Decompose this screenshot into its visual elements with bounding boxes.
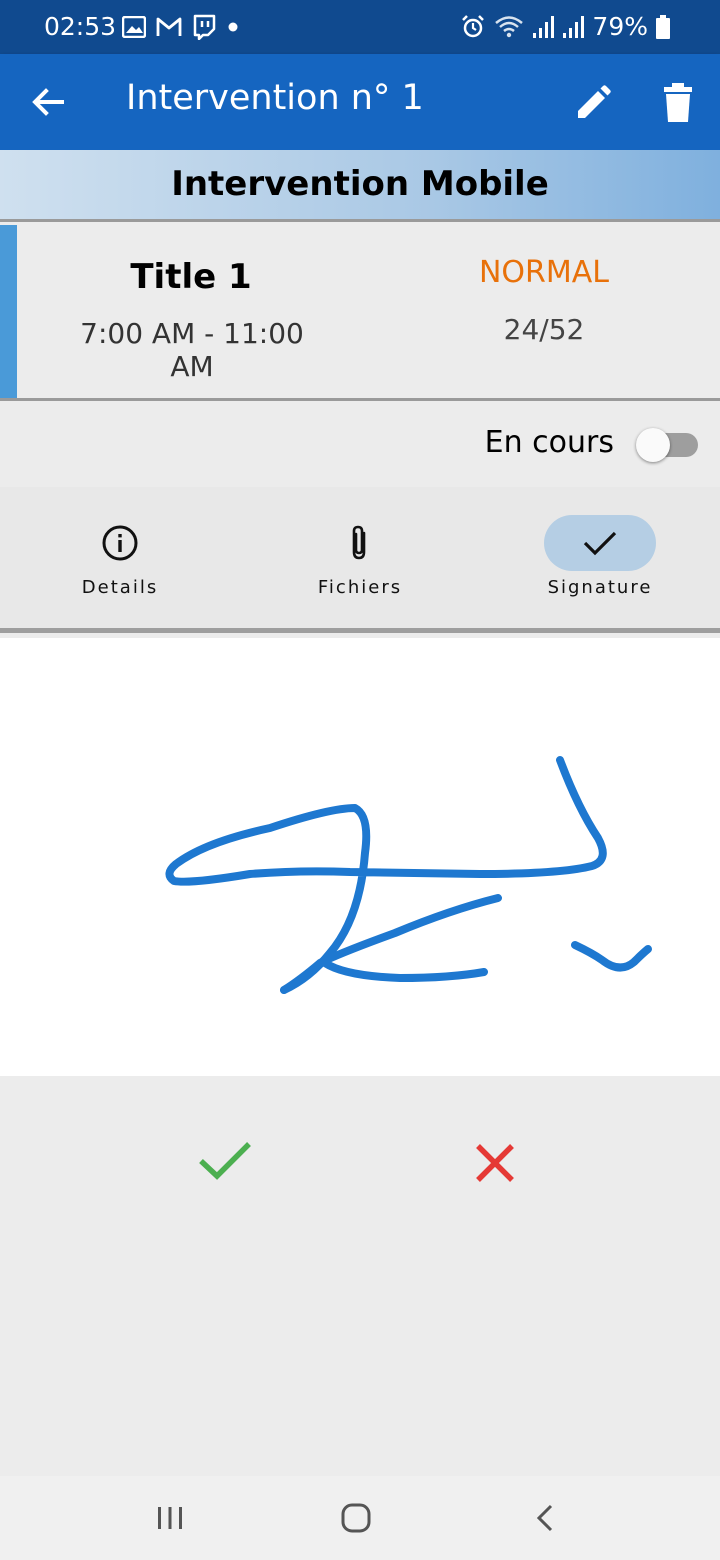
status-row: En cours [0, 401, 720, 487]
edit-pencil-icon[interactable] [572, 80, 616, 124]
alarm-icon [462, 14, 485, 37]
notification-icons [122, 14, 240, 40]
signature-drawing [165, 756, 652, 994]
tab-label: Fichiers [317, 577, 403, 598]
status-toggle[interactable] [636, 427, 698, 463]
signature-actions [0, 1076, 720, 1476]
intervention-title: Title 1 [130, 257, 252, 297]
status-bar: 02:53 79% [0, 0, 720, 54]
info-icon [102, 525, 138, 561]
paperclip-icon [352, 525, 366, 560]
gmail-icon [156, 17, 182, 36]
home-icon[interactable] [336, 1498, 376, 1538]
toggle-thumb [636, 428, 670, 462]
signature-pad[interactable] [0, 638, 720, 1076]
signature-stroke [321, 959, 488, 982]
battery-percent: 79% [592, 12, 648, 41]
tab-details[interactable]: Details [0, 487, 240, 628]
back-arrow-icon[interactable] [26, 80, 70, 124]
recent-apps-icon[interactable] [150, 1498, 190, 1538]
page-title: Intervention n° 1 [126, 78, 424, 118]
tab-label: Details [81, 577, 159, 598]
status-toggle-label: En cours [484, 425, 614, 460]
status-time: 02:53 [44, 12, 117, 41]
system-nav-bar [0, 1476, 720, 1560]
intervention-card: Title 1 7:00 AM - 11:00 AM NORMAL 24/52 [0, 225, 720, 401]
card-accent-bar [0, 225, 17, 398]
tab-icon-container [304, 515, 416, 571]
signal-icon [533, 15, 555, 38]
app-bar: Intervention n° 1 [0, 54, 720, 150]
section-banner: Intervention Mobile [0, 150, 720, 222]
confirm-check-icon[interactable] [196, 1138, 254, 1186]
banner-title: Intervention Mobile [171, 164, 549, 204]
dot-icon [228, 22, 238, 32]
back-icon[interactable] [526, 1498, 566, 1538]
tab-fichiers[interactable]: Fichiers [240, 487, 480, 628]
intervention-hours: 7:00 AM - 11:00 AM [80, 317, 304, 383]
tab-bar: Details Fichiers Signature [0, 487, 720, 633]
tab-signature[interactable]: Signature [480, 487, 720, 628]
wifi-icon [495, 15, 524, 37]
twitch-icon [193, 14, 216, 40]
progress-count: 24/52 [503, 313, 585, 346]
tab-icon-container-active [544, 515, 656, 571]
delete-trash-icon[interactable] [656, 80, 700, 124]
battery-icon [656, 14, 670, 39]
signature-stroke [165, 756, 607, 994]
check-icon [583, 531, 617, 556]
tab-label: Signature [547, 577, 653, 598]
signal-icon [563, 15, 585, 38]
cancel-x-icon[interactable] [468, 1138, 522, 1190]
priority-label: NORMAL [478, 255, 610, 290]
gallery-icon [122, 16, 146, 38]
tab-icon-container [64, 515, 176, 571]
system-icons: 79% [460, 12, 670, 41]
signature-stroke [571, 941, 652, 972]
